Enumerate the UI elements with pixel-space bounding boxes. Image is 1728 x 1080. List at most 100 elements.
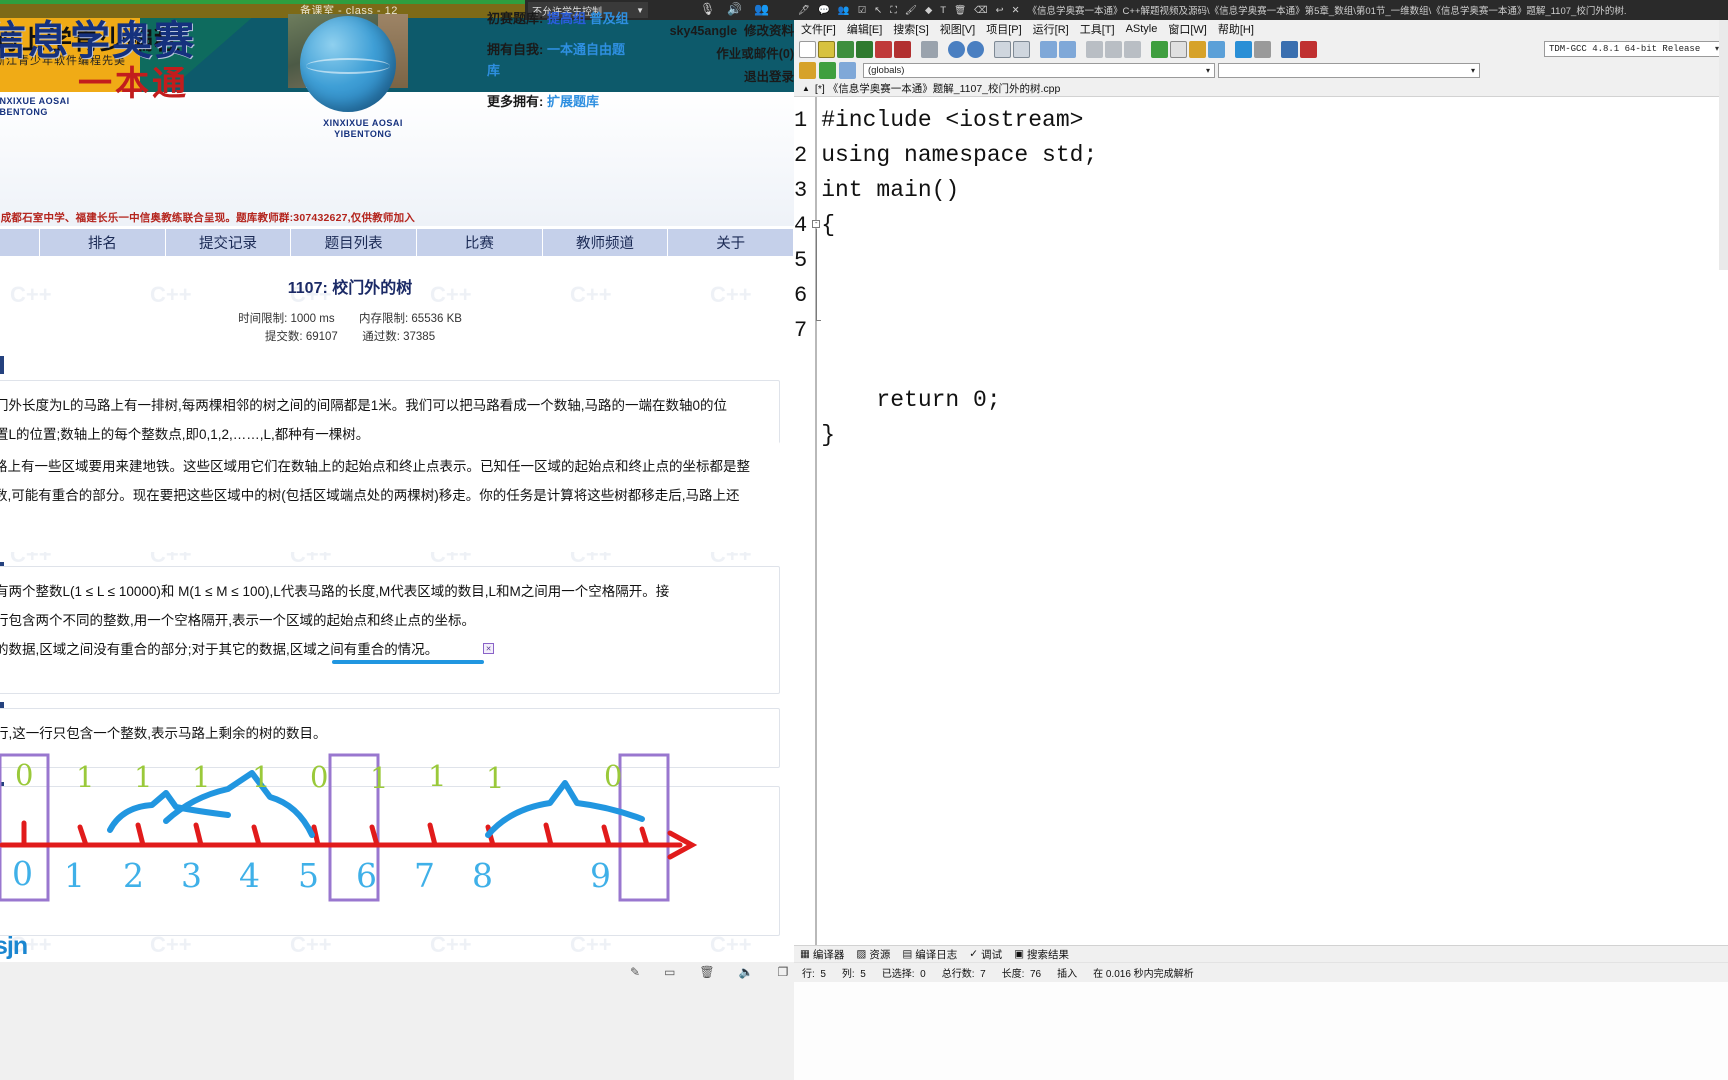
rebuild-icon[interactable]: [1208, 40, 1225, 58]
new-file-icon[interactable]: [799, 40, 816, 58]
syntax-check-icon[interactable]: [1235, 40, 1252, 58]
replace-icon[interactable]: [1059, 40, 1076, 58]
nav-item-submissions[interactable]: 提交记录: [165, 229, 292, 256]
nav-item-problems[interactable]: 题目列表: [291, 229, 418, 256]
menu-help[interactable]: 帮助[H]: [1218, 21, 1254, 37]
annot-cursor-icon[interactable]: ↖: [874, 5, 882, 16]
tab-compile-log[interactable]: ▤ 编译日志: [902, 947, 957, 962]
annot-text-icon[interactable]: T: [940, 5, 946, 16]
annot-comment-icon[interactable]: 💬: [818, 5, 830, 16]
menu-tools[interactable]: 工具[T]: [1080, 21, 1115, 37]
redo-icon[interactable]: [967, 40, 984, 58]
editor-text-area[interactable]: #include <iostream> using namespace std;…: [812, 97, 1728, 945]
annot-pen-icon[interactable]: 🖋: [798, 5, 810, 16]
link-extended-bank[interactable]: 扩展题库: [547, 94, 599, 109]
run-icon[interactable]: [1170, 40, 1187, 58]
annot-undo-icon[interactable]: ↩: [996, 5, 1004, 16]
tab-resources[interactable]: ▨ 资源: [856, 947, 890, 962]
code-editor[interactable]: 1 2 3 4 5 6 7 #include <iostream> using …: [794, 97, 1728, 945]
close-all-icon[interactable]: [894, 40, 911, 58]
tab-debug[interactable]: ✓ 调试: [969, 947, 1002, 962]
code-line-3[interactable]: int main(): [821, 173, 1728, 208]
member-select[interactable]: ▾: [1218, 62, 1480, 78]
pen-icon[interactable]: ✎: [630, 965, 640, 979]
goto-line-icon[interactable]: [1040, 40, 1057, 58]
line-number: 1: [794, 108, 808, 133]
editor-file-tab[interactable]: ▲ [*] 《信息学奥赛一本通》题解_1107_校门外的树.cpp: [794, 80, 1728, 97]
compiler-select[interactable]: TDM-GCC 4.8.1 64-bit Release ▾: [1544, 41, 1724, 57]
highlight-icon[interactable]: ▭: [664, 965, 675, 979]
annot-select-icon[interactable]: ⛶: [890, 5, 897, 16]
menu-search[interactable]: 搜索[S]: [893, 21, 928, 37]
undo-icon[interactable]: [948, 40, 965, 58]
volume-icon[interactable]: 🔈: [739, 965, 754, 979]
menu-project[interactable]: 项目[P]: [986, 21, 1021, 37]
code-line-4[interactable]: { -: [812, 208, 1728, 383]
annot-delete-icon[interactable]: 🗑: [954, 5, 966, 16]
axis-index-6: 6: [356, 856, 377, 895]
debug-icon[interactable]: [1300, 40, 1317, 58]
menu-view[interactable]: 视图[V]: [940, 21, 975, 37]
oj-logo-en-line1: XINXIXUE AOSAI: [0, 96, 70, 106]
print-icon[interactable]: [921, 40, 938, 58]
profile-icon[interactable]: [1281, 40, 1298, 58]
save-all-icon[interactable]: [856, 40, 873, 58]
logout-link[interactable]: 退出登录: [630, 66, 794, 89]
menu-run[interactable]: 运行[R]: [1033, 21, 1069, 37]
next-bookmark-icon[interactable]: [1105, 40, 1122, 58]
find-icon[interactable]: [994, 40, 1011, 58]
people-icon[interactable]: 👥: [754, 2, 769, 16]
nav-item-teacher-channel[interactable]: 教师频道: [542, 229, 669, 256]
annotation-resize-handle[interactable]: ✕: [483, 643, 494, 654]
code-fold-toggle-icon[interactable]: -: [812, 220, 821, 228]
annotation-underline[interactable]: [332, 660, 484, 664]
annot-brush-icon[interactable]: 🖌: [905, 5, 917, 16]
nav-item-ranking[interactable]: 排名: [40, 229, 166, 256]
nav-item-about[interactable]: 关于: [668, 229, 794, 256]
desc-line-4: 数,可能有重合的部分。现在要把这些区域中的树(包括区域端点处的两棵树)移走。你的…: [0, 488, 740, 503]
find-next-icon[interactable]: [1013, 40, 1030, 58]
tab-compiler[interactable]: ▦ 编译器: [800, 947, 844, 962]
axis-index-1: 1: [64, 856, 85, 895]
annot-close-icon[interactable]: ✕: [1012, 5, 1020, 16]
scope-select[interactable]: (globals) ▾: [863, 62, 1215, 78]
axis-index-5: 5: [298, 856, 319, 895]
annot-eraser-icon[interactable]: ⌫: [974, 5, 987, 16]
code-line-1[interactable]: #include <iostream>: [821, 103, 1728, 138]
annot-shape-icon[interactable]: ◆: [925, 5, 932, 16]
menu-window[interactable]: 窗口[W]: [1168, 21, 1207, 37]
annot-check-icon[interactable]: ☑: [858, 5, 867, 16]
save-file-icon[interactable]: [837, 40, 854, 58]
prev-bookmark-icon[interactable]: [1086, 40, 1103, 58]
menu-astyle[interactable]: AStyle: [1126, 23, 1158, 35]
speaker-icon[interactable]: 🔊: [727, 2, 742, 16]
code-insight-icon[interactable]: [839, 61, 856, 79]
window-icon[interactable]: ❐: [778, 965, 789, 979]
menu-edit[interactable]: 编辑[E]: [847, 21, 882, 37]
vertical-scrollbar[interactable]: [1719, 20, 1728, 270]
code-line-7[interactable]: }: [821, 418, 1728, 453]
tab-search-results[interactable]: ▣ 搜索结果: [1014, 947, 1069, 962]
code-line-2[interactable]: using namespace std;: [821, 138, 1728, 173]
close-file-icon[interactable]: [875, 40, 892, 58]
menu-file[interactable]: 文件[F]: [801, 21, 836, 37]
file-tab-scroll-icon[interactable]: ▲: [802, 84, 810, 93]
edit-profile-link[interactable]: 修改资料: [744, 24, 794, 38]
compile-icon[interactable]: [1151, 40, 1168, 58]
open-file-icon[interactable]: [818, 40, 835, 58]
compile-run-icon[interactable]: [1189, 40, 1206, 58]
toggle-bookmark-icon[interactable]: [1124, 40, 1141, 58]
nav-item-home[interactable]: [0, 229, 40, 256]
link-pujizu[interactable]: 普及组: [590, 11, 629, 26]
mail-link[interactable]: 作业或邮件(0): [630, 43, 794, 66]
class-browser-icon[interactable]: [819, 61, 836, 79]
mic-icon[interactable]: 🎙: [700, 2, 715, 16]
stop-icon[interactable]: [1254, 40, 1271, 58]
link-tigaozu[interactable]: 提高组: [547, 11, 586, 26]
trash-icon[interactable]: 🗑: [699, 965, 714, 979]
annot-people-icon[interactable]: 👥: [838, 5, 850, 16]
accept-count-value: 37385: [403, 331, 436, 343]
code-line-6[interactable]: return 0;: [821, 383, 1728, 418]
nav-item-contests[interactable]: 比赛: [417, 229, 543, 256]
project-browser-icon[interactable]: [799, 61, 816, 79]
